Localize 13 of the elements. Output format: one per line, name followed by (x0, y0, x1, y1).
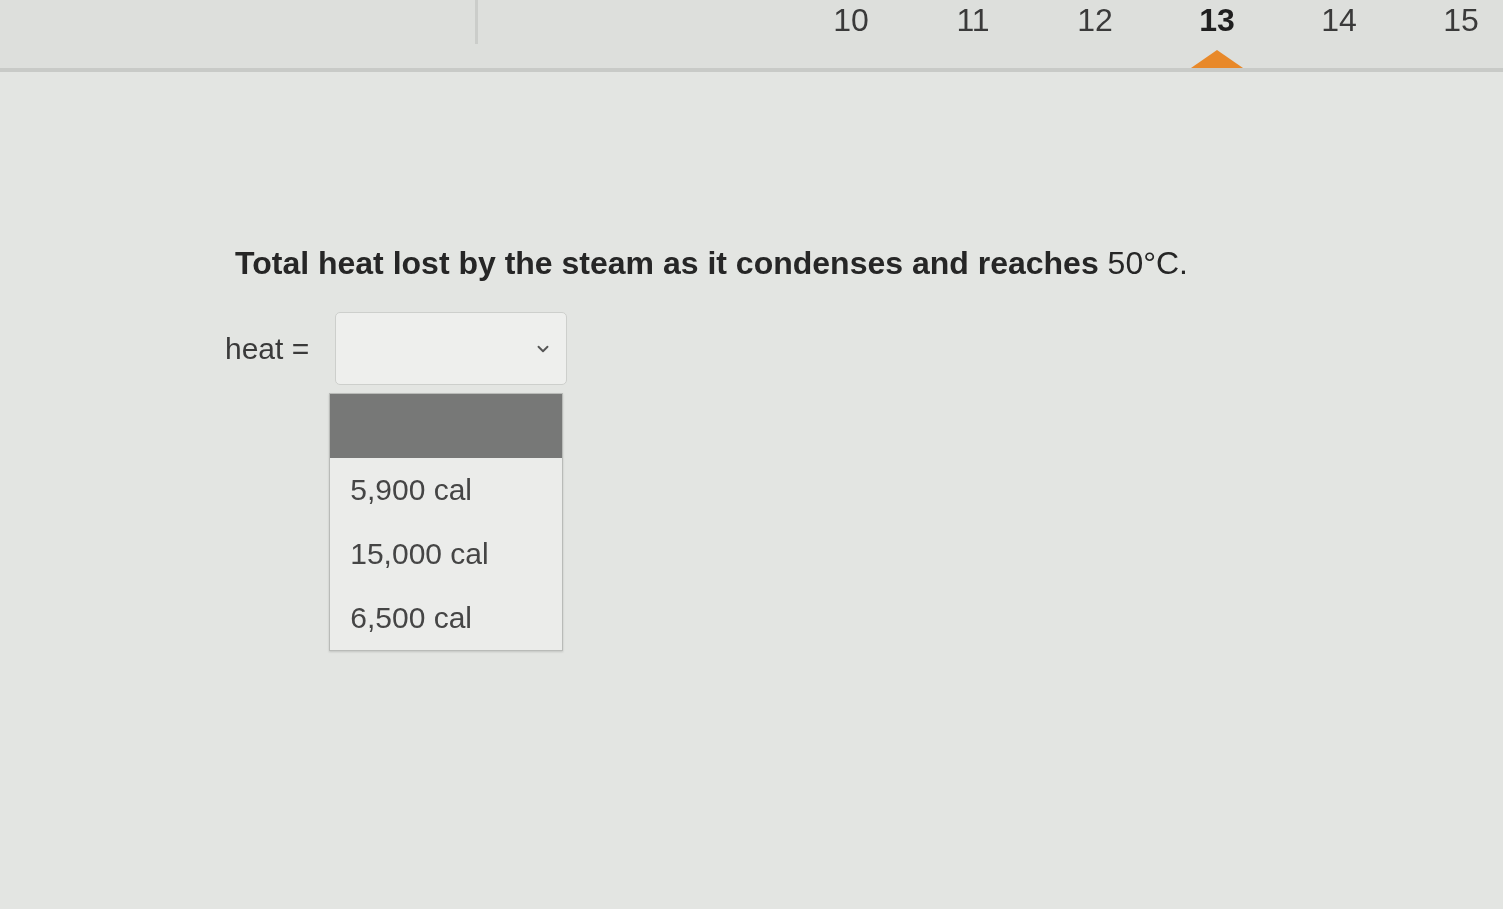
dropdown-option[interactable] (330, 394, 563, 458)
answer-label: heat = (225, 331, 310, 366)
question-number-tab[interactable]: 12 (1077, 2, 1113, 38)
dropdown-option[interactable]: 5,900 cal (330, 458, 563, 522)
dropdown-option[interactable]: 15,000 cal (330, 522, 563, 586)
question-number-tab[interactable]: 13 (1199, 2, 1235, 38)
dropdown-option[interactable]: 6,500 cal (330, 586, 563, 650)
question-number-tab[interactable]: 14 (1321, 2, 1357, 38)
question-number-tab[interactable]: 15 (1443, 2, 1479, 38)
question-text: Total heat lost by the steam as it condenses and reaches 50°C. (235, 244, 1188, 283)
answer-dropdown[interactable] (335, 312, 568, 385)
question-number-tab[interactable]: 11 (956, 2, 990, 38)
question-number-tab[interactable]: 10 (833, 2, 869, 38)
